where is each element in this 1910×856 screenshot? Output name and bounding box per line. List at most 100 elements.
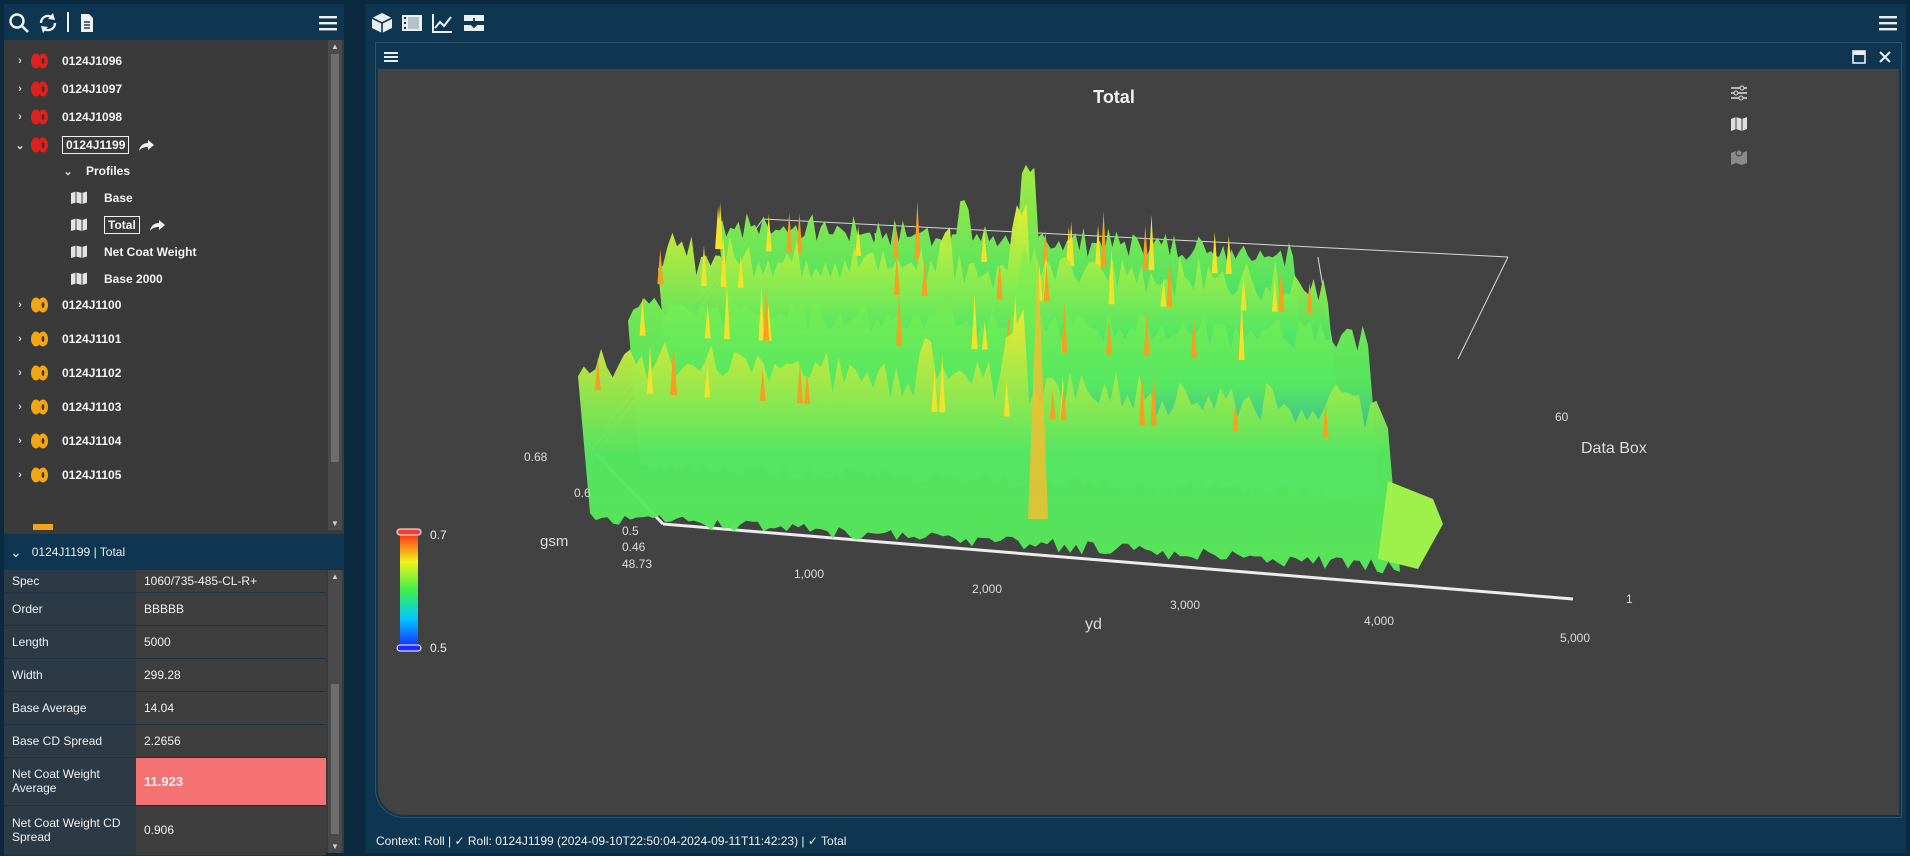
map-icon[interactable] (1731, 117, 1747, 131)
tree-item-roll[interactable]: › 0124J1097 (14, 76, 122, 102)
roll-red-icon (31, 109, 48, 125)
chevron-right-icon[interactable]: › (14, 435, 26, 447)
refresh-icon[interactable] (37, 12, 59, 34)
colorbar (396, 528, 422, 652)
properties-scrollbar[interactable]: ▲ ▼ (328, 570, 342, 853)
y-tick-label: 1 (1626, 592, 1633, 606)
film-strip-icon[interactable] (400, 12, 424, 34)
tree-item-profiles-folder[interactable]: ⌄ Profiles (62, 158, 130, 184)
menu-icon[interactable] (1876, 12, 1900, 34)
status-text: Context: Roll | ✓ Roll: 0124J1199 (2024-… (376, 834, 847, 848)
property-key: Base CD Spread (4, 724, 136, 758)
tree-item-profile-selected[interactable]: Total (70, 212, 166, 238)
menu-icon[interactable] (317, 12, 339, 34)
map-icon (71, 245, 87, 258)
x-tick-label: 1,000 (794, 567, 824, 581)
roll-tree: › 0124J1096 › 0124J1097 › 0124J1098 ⌄ 01… (4, 40, 328, 530)
cube-icon[interactable] (370, 12, 394, 34)
chart-window: Total 0.68 0.6 0.5 0.46 48.73 gsm 1,000 … (376, 43, 1901, 817)
surface-spike (1100, 210, 1107, 268)
tree-item-roll[interactable]: › 0124J1100 (14, 292, 121, 318)
surface-spike (914, 201, 921, 259)
chevron-down-icon[interactable]: ⌄ (62, 165, 74, 178)
colorbar-min-label: 0.5 (430, 641, 447, 655)
property-value: 2.2656 (136, 724, 326, 758)
settings-sliders-icon[interactable] (1731, 85, 1747, 101)
tree-item-label: 0124J1105 (62, 468, 122, 482)
tree-item-profile[interactable]: Net Coat Weight (70, 239, 196, 265)
tree-item-label: 0124J1098 (62, 110, 123, 124)
tree-scrollbar[interactable]: ▲ ▼ (328, 40, 342, 530)
left-panel: › 0124J1096 › 0124J1097 › 0124J1098 ⌄ 01… (4, 4, 344, 856)
scroll-up-icon[interactable]: ▲ (331, 572, 339, 581)
chart-title: Total (1093, 87, 1135, 107)
tree-item-roll[interactable]: › 0124J1098 (14, 104, 122, 130)
tree-item-label: 0124J1102 (62, 366, 122, 380)
share-arrow-icon[interactable] (148, 218, 166, 232)
tree-item-profile[interactable]: Base (70, 185, 133, 211)
map-location-icon[interactable] (1731, 149, 1747, 165)
table-row: Order BBBBB (4, 592, 326, 626)
tree-item-roll-selected[interactable]: ⌄ 0124J1199 (14, 132, 155, 158)
scroll-down-icon[interactable]: ▼ (331, 519, 339, 528)
z-min-label: 48.73 (622, 557, 652, 571)
roll-orange-icon (31, 433, 48, 449)
table-row-highlight: Net Coat Weight Average 11.923 (4, 757, 326, 806)
tree-item-roll[interactable]: › 0124J1101 (14, 326, 121, 352)
property-value: 0.906 (136, 805, 326, 856)
status-bar: Context: Roll | ✓ Roll: 0124J1199 (2024-… (376, 830, 846, 852)
line-chart-icon[interactable] (430, 12, 454, 34)
z-tick-label: 0.5 (622, 524, 639, 538)
tree-item-label: Profiles (86, 164, 131, 178)
chevron-right-icon[interactable]: › (14, 111, 26, 123)
chevron-right-icon[interactable]: › (14, 299, 26, 311)
search-icon[interactable] (8, 12, 30, 34)
x-tick-label: 4,000 (1364, 614, 1394, 628)
tree-item-label: 0124J1100 (62, 298, 122, 312)
chevron-down-icon[interactable]: ⌄ (14, 139, 26, 152)
x-tick-label: 3,000 (1170, 598, 1200, 612)
properties-header[interactable]: ⌄ 0124J1199 | Total (4, 534, 344, 570)
chevron-right-icon[interactable]: › (14, 333, 26, 345)
profile-export-icon[interactable] (462, 12, 486, 34)
tree-item-label: 0124J1097 (62, 82, 123, 96)
tree-item-roll[interactable]: › 0124J1103 (14, 394, 121, 420)
tree-item-roll[interactable]: › 0124J1105 (14, 462, 121, 488)
x-tick-label: 2,000 (972, 582, 1002, 596)
z-tick-label: 0.6 (574, 486, 591, 500)
properties-table: Spec 1060/735-485-CL-R+ Order BBBBB Length… (4, 570, 326, 856)
hamburger-icon[interactable] (384, 50, 398, 64)
tree-item-label: 0124J1199 (62, 136, 130, 154)
document-icon[interactable] (76, 12, 98, 34)
tree-item-profile[interactable]: Base 2000 (70, 266, 163, 292)
colorbar-max-label: 0.7 (430, 528, 447, 542)
chevron-down-icon[interactable]: ⌄ (10, 544, 22, 561)
scroll-up-icon[interactable]: ▲ (331, 42, 339, 51)
maximize-icon[interactable] (1852, 50, 1866, 64)
chevron-right-icon[interactable]: › (14, 83, 26, 95)
close-icon[interactable] (1878, 50, 1892, 64)
properties-scrollbar-thumb[interactable] (331, 684, 339, 834)
table-row: Base Average 14.04 (4, 691, 326, 725)
chevron-right-icon[interactable]: › (14, 367, 26, 379)
table-row: Spec 1060/735-485-CL-R+ (4, 570, 326, 593)
tree-item-roll[interactable]: › 0124J1104 (14, 428, 121, 454)
tree-item-label: 0124J1103 (62, 400, 122, 414)
chevron-right-icon[interactable]: › (14, 469, 26, 481)
share-arrow-icon[interactable] (137, 138, 155, 152)
chevron-right-icon[interactable]: › (14, 55, 26, 67)
tree-item-roll[interactable]: › 0124J1096 (14, 48, 122, 74)
chevron-right-icon[interactable]: › (14, 401, 26, 413)
property-key: Net Coat Weight CD Spread (4, 805, 136, 856)
scroll-down-icon[interactable]: ▼ (331, 842, 339, 851)
tree-item-roll[interactable]: › 0124J1102 (14, 360, 121, 386)
tree-scrollbar-thumb[interactable] (331, 54, 339, 462)
tree-item-label: Base 2000 (104, 272, 163, 286)
map-icon (71, 191, 87, 204)
property-key: Length (4, 625, 136, 659)
surface-tail (1378, 481, 1443, 569)
roll-orange-icon-partial (33, 524, 53, 530)
surface-chart[interactable]: Total 0.68 0.6 0.5 0.46 48.73 gsm 1,000 … (378, 69, 1899, 815)
surface-spike (1148, 214, 1155, 271)
z-axis-label: gsm (540, 533, 568, 550)
